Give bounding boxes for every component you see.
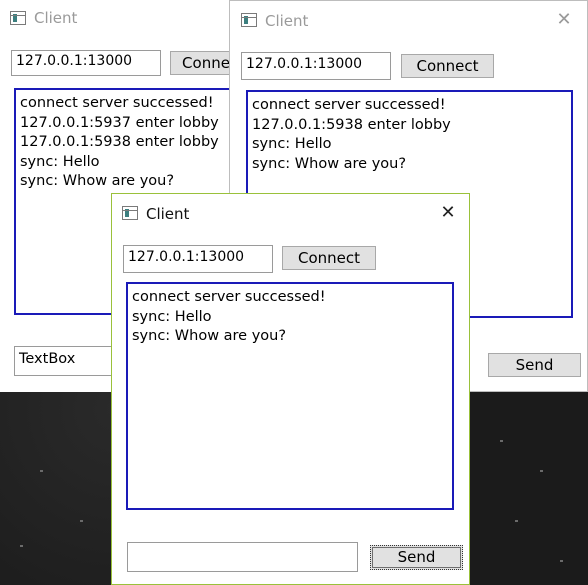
desktop-speck [560,560,563,562]
window-app-icon [122,206,138,220]
title-bar[interactable]: Client ✕ [112,194,469,232]
address-input[interactable]: 127.0.0.1:13000 [241,52,391,80]
log-line: sync: Whow are you? [252,155,407,172]
title-bar[interactable]: Client ✕ [230,1,587,39]
log-line: sync: Hello [20,153,100,170]
desktop-speck [40,470,43,472]
desktop-speck [515,520,518,522]
close-icon[interactable]: ✕ [554,10,574,30]
window-title: Client [34,9,78,27]
window-app-icon [241,13,257,27]
log-line: connect server successed! [132,289,326,305]
log-line: 127.0.0.1:5938 enter lobby [20,134,219,150]
chat-log: connect server successed! sync: Hello sy… [126,282,454,510]
address-input[interactable]: 127.0.0.1:13000 [123,245,273,273]
log-line: sync: Hello [132,308,212,325]
window-title: Client [265,12,309,30]
log-line: sync: Hello [252,136,332,152]
log-line: connect server successed! [252,97,446,113]
log-line: 127.0.0.1:5937 enter lobby [20,114,219,131]
address-input[interactable]: 127.0.0.1:13000 [11,50,161,76]
log-line: connect server successed! [20,95,214,111]
log-line: sync: Whow are you? [132,328,287,344]
close-icon[interactable]: ✕ [438,203,458,223]
desktop-speck [20,545,23,547]
log-line: 127.0.0.1:5938 enter lobby [252,116,451,133]
desktop-speck [500,440,503,442]
send-button[interactable]: Send [370,545,463,570]
send-button[interactable]: Send [488,353,581,377]
window-app-icon [10,11,26,25]
title-bar[interactable]: Client [0,0,239,38]
connect-button[interactable]: Connect [401,54,494,78]
message-input[interactable] [127,542,358,572]
desktop-speck [80,520,83,522]
client-window-3[interactable]: Client ✕ 127.0.0.1:13000 Connect connect… [111,193,470,585]
window-title: Client [146,205,190,223]
log-line: sync: Whow are you? [20,173,175,189]
desktop-speck [540,470,543,472]
connect-button[interactable]: Connect [282,246,376,270]
